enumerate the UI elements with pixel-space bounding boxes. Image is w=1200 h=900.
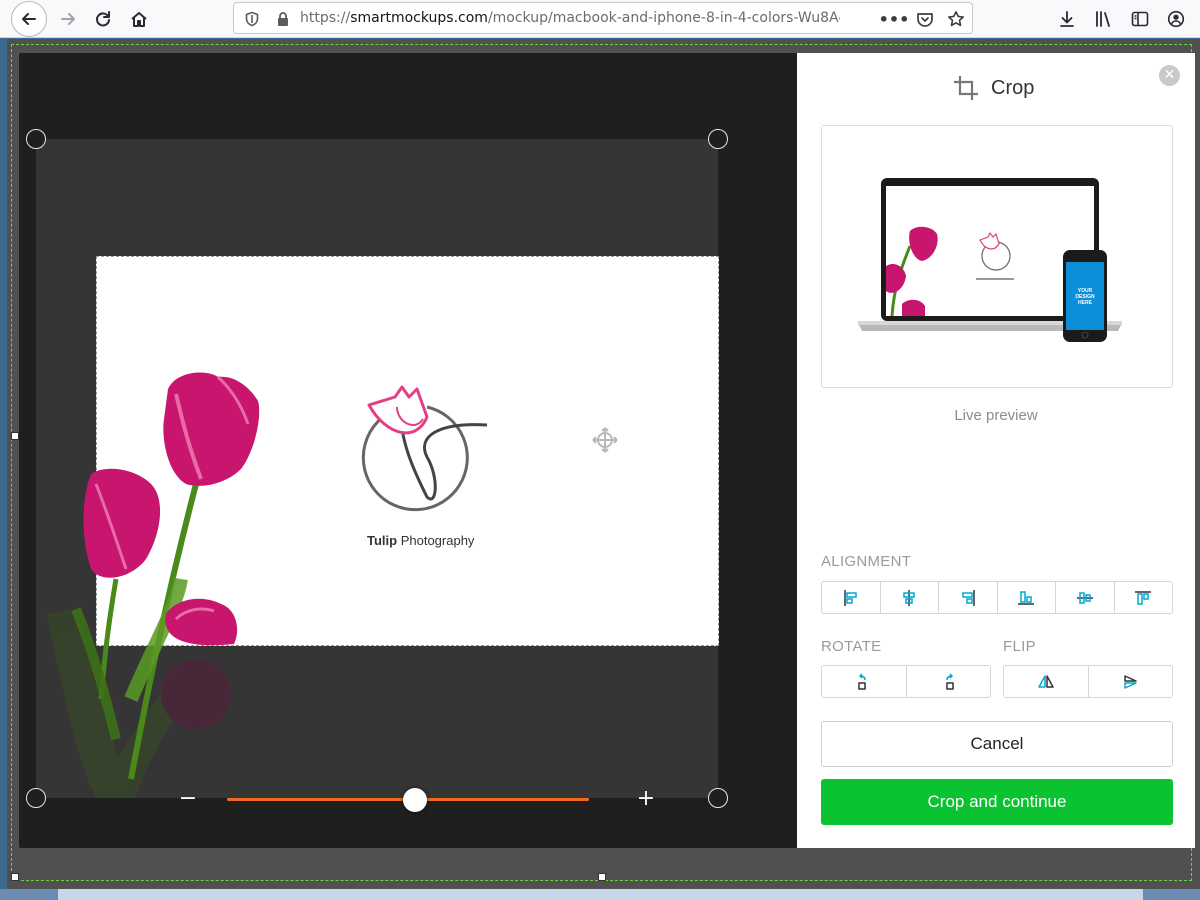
forward-button[interactable] [52,3,84,35]
align-center-horizontal-icon [903,589,915,606]
tracking-shield-icon[interactable] [240,7,264,31]
crop-handle-top-left[interactable] [26,129,46,149]
align-center-horizontal-button[interactable] [881,582,939,613]
rotate-right-button[interactable] [907,666,991,697]
rotate-right-icon [946,672,954,690]
flip-buttons [1003,665,1173,698]
downloads-button[interactable] [1051,3,1083,35]
home-icon [131,12,147,27]
url-path: /mockup/macbook-and-iphone-8-in-4-colors… [487,10,840,26]
flip-horizontal-button[interactable] [1004,666,1089,697]
flip-label: FLIP [1003,638,1036,655]
panel-title: Crop [991,76,1035,99]
resize-handle-left[interactable] [11,432,19,440]
align-left-button[interactable] [822,582,881,613]
back-button[interactable] [11,1,47,37]
lock-icon[interactable] [271,7,295,31]
flip-vertical-button[interactable] [1089,666,1173,697]
library-icon [1096,11,1110,27]
forward-arrow-icon [61,13,75,25]
sidebar-button[interactable] [1124,3,1156,35]
rotate-label: ROTATE [821,638,882,655]
align-right-icon [962,589,975,606]
bookmark-star-icon[interactable] [944,7,968,31]
flip-horizontal-icon [1038,674,1054,688]
resize-handle-bottom[interactable] [598,873,606,881]
crop-handle-bottom-left[interactable] [26,788,46,808]
reload-button[interactable] [87,3,119,35]
account-icon [1167,10,1185,28]
rotate-buttons [821,665,991,698]
crop-handle-bottom-right[interactable] [708,788,728,808]
pocket-icon[interactable] [913,7,937,31]
mockup-preview-image: YOUR DESIGN HERE [858,178,1122,342]
close-button[interactable]: ✕ [1159,65,1180,86]
live-preview-label: Live preview [954,407,1038,424]
url-scheme: https:// [300,10,351,26]
url-host: smartmockups.com [350,10,488,26]
zoom-control: − + [176,785,655,813]
zoom-out-button[interactable]: − [176,785,200,813]
zoom-in-button[interactable]: + [634,785,658,813]
back-arrow-icon [22,13,36,25]
align-left-icon [844,589,857,606]
cancel-button[interactable]: Cancel [821,721,1173,767]
align-right-button[interactable] [939,582,998,613]
align-top-icon [1135,590,1152,605]
library-button[interactable] [1088,3,1120,35]
zoom-slider-handle[interactable] [403,788,428,812]
url-bar[interactable]: https://smartmockups.com/mockup/macbook-… [233,2,973,34]
crop-icon [954,76,978,100]
resize-handle-bottom-left[interactable] [11,873,19,881]
browser-toolbar: https://smartmockups.com/mockup/macbook-… [0,0,1200,38]
crop-handle-top-right[interactable] [708,129,728,149]
flip-vertical-icon [1124,674,1137,689]
page-actions-icon[interactable]: ••• [879,7,910,31]
alignment-buttons [821,581,1173,614]
sidebar-icon [1131,11,1149,27]
align-bottom-icon [1018,590,1035,605]
align-bottom-button[interactable] [998,582,1056,613]
panel-header: Crop [953,75,1034,101]
crop-editor: Tulip Photography − + [19,53,797,848]
url-text[interactable]: https://smartmockups.com/mockup/macbook-… [300,10,840,26]
taskbar-strip [0,889,1200,900]
crop-and-continue-button[interactable]: Crop and continue [821,779,1173,825]
account-button[interactable] [1160,3,1192,35]
live-preview-box: YOUR DESIGN HERE [821,125,1173,388]
align-middle-vertical-icon [1076,591,1093,604]
rotate-left-button[interactable] [822,666,907,697]
align-middle-vertical-button[interactable] [1056,582,1115,613]
phone-text-line-3: HERE [1078,300,1093,306]
reload-icon [96,11,110,27]
download-icon [1060,11,1074,27]
crop-panel: Crop ✕ YOUR DESIGN HERE Live preview ALI… [797,53,1195,848]
rotate-left-icon [858,672,866,690]
align-top-button[interactable] [1115,582,1173,613]
tulip-flowers-image [46,372,260,798]
alignment-label: ALIGNMENT [821,553,912,570]
home-button[interactable] [123,3,155,35]
